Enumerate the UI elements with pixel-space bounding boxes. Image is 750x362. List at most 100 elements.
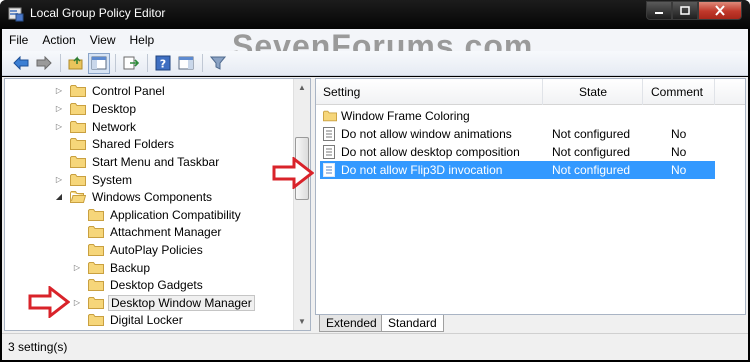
- setting-comment: No: [671, 145, 687, 159]
- tree-item-label: Backup: [110, 260, 151, 275]
- view-tabs: Extended Standard: [315, 315, 746, 333]
- toolbar-separator: [202, 54, 203, 72]
- folder-icon: [88, 296, 104, 309]
- tree-item-autoplay-policies[interactable]: AutoPlay Policies: [72, 241, 205, 258]
- setting-state: Not configured: [552, 163, 631, 177]
- toolbar-separator: [115, 54, 116, 72]
- tree-item-windows-components[interactable]: ◢ Windows Components: [54, 188, 214, 205]
- window-title: Local Group Policy Editor: [30, 6, 166, 20]
- column-divider[interactable]: [642, 79, 643, 105]
- tab-standard[interactable]: Standard: [381, 315, 444, 332]
- tree-item-control-panel[interactable]: ▷ Control Panel: [54, 82, 167, 99]
- annotation-arrow-icon: [272, 157, 314, 189]
- tree-item-shared-folders[interactable]: Shared Folders: [54, 135, 176, 152]
- menu-file[interactable]: File: [2, 33, 35, 47]
- open-folder-icon: [70, 190, 87, 203]
- setting-name: Window Frame Coloring: [341, 109, 470, 123]
- list-header: Setting State Comment: [316, 79, 745, 105]
- scroll-up-arrow-icon[interactable]: ▲: [294, 79, 310, 96]
- show-hide-console-tree-button[interactable]: [88, 52, 110, 74]
- back-button[interactable]: [10, 53, 32, 74]
- setting-name: Do not allow window animations: [341, 127, 512, 141]
- column-header-state[interactable]: State: [579, 79, 607, 105]
- tree-item-desktop-gadgets[interactable]: Desktop Gadgets: [72, 276, 205, 293]
- policy-setting-icon: [323, 127, 336, 141]
- tree-item-label: System: [92, 172, 133, 187]
- client-area: ▷ Control Panel ▷ Desktop ▷ Network Shar…: [2, 77, 748, 333]
- tree-item-label: Network: [92, 119, 137, 134]
- export-list-button[interactable]: [120, 53, 142, 74]
- status-bar: 3 setting(s): [2, 333, 748, 360]
- setting-comment: No: [671, 127, 687, 141]
- folder-icon: [70, 155, 86, 168]
- policy-setting-icon: [323, 163, 336, 177]
- tree-item-system[interactable]: ▷ System: [54, 171, 134, 188]
- tree-item-start-menu-and-taskbar[interactable]: Start Menu and Taskbar: [54, 153, 221, 170]
- close-button[interactable]: [698, 1, 742, 20]
- expand-arrow-icon[interactable]: ▷: [72, 298, 82, 307]
- setting-state: Not configured: [552, 127, 631, 141]
- tree-item-label: AutoPlay Policies: [110, 242, 203, 257]
- tree-item-label: Desktop: [92, 101, 137, 116]
- tree-item-backup[interactable]: ▷ Backup: [72, 259, 152, 276]
- tree-item-digital-locker[interactable]: Digital Locker: [72, 311, 185, 328]
- tree-item-label: Application Compatibility: [110, 207, 241, 222]
- folder-icon: [88, 278, 104, 291]
- tree-item-label: Digital Locker: [110, 312, 183, 327]
- column-header-setting[interactable]: Setting: [323, 79, 360, 105]
- column-divider[interactable]: [542, 79, 543, 105]
- list-item[interactable]: Window Frame Coloring: [320, 107, 715, 125]
- column-divider[interactable]: [714, 79, 715, 105]
- help-button[interactable]: ?: [152, 53, 174, 74]
- folder-icon: [70, 84, 86, 97]
- tree-item-label: Start Menu and Taskbar: [92, 154, 220, 169]
- group-policy-app-icon: [8, 6, 24, 22]
- folder-icon: [88, 243, 104, 256]
- tree-item-application-compatibility[interactable]: Application Compatibility: [72, 206, 243, 223]
- annotation-arrow-icon: [28, 286, 70, 318]
- show-action-pane-button[interactable]: [175, 53, 197, 74]
- list-item[interactable]: Do not allow window animations Not confi…: [320, 125, 715, 143]
- tree-item-desktop-window-manager[interactable]: ▷ Desktop Window Manager: [72, 294, 255, 311]
- tree-item-label: Control Panel: [92, 83, 165, 98]
- tree-item-desktop[interactable]: ▷ Desktop: [54, 100, 138, 117]
- list-item-selected[interactable]: Do not allow Flip3D invocation Not confi…: [320, 161, 715, 179]
- tree-item-network[interactable]: ▷ Network: [54, 118, 138, 135]
- folder-icon: [70, 102, 86, 115]
- forward-button[interactable]: [33, 53, 55, 74]
- tree-item-label: Attachment Manager: [110, 224, 222, 239]
- menu-help[interactable]: Help: [123, 33, 162, 47]
- menu-action[interactable]: Action: [35, 33, 82, 47]
- expand-arrow-icon[interactable]: ▷: [54, 175, 64, 184]
- folder-icon: [323, 109, 337, 123]
- filter-icon[interactable]: [207, 53, 229, 74]
- tree-item-label: Shared Folders: [92, 136, 175, 151]
- folder-icon: [88, 261, 104, 274]
- list-item[interactable]: Do not allow desktop composition Not con…: [320, 143, 715, 161]
- expand-arrow-icon[interactable]: ▷: [72, 263, 82, 272]
- setting-name: Do not allow desktop composition: [341, 145, 520, 159]
- expand-arrow-icon[interactable]: ▷: [54, 86, 64, 95]
- menu-view[interactable]: View: [83, 33, 123, 47]
- tree-item-attachment-manager[interactable]: Attachment Manager: [72, 223, 223, 240]
- svg-text:?: ?: [160, 58, 166, 71]
- up-one-level-button[interactable]: [65, 53, 87, 74]
- tree-vertical-scrollbar[interactable]: ▲ ▼: [293, 79, 310, 330]
- settings-list: Setting State Comment Window Frame Color…: [315, 78, 746, 315]
- minimize-button[interactable]: [646, 1, 672, 20]
- collapse-arrow-icon[interactable]: ◢: [54, 192, 64, 201]
- status-text: 3 setting(s): [8, 340, 68, 354]
- column-header-comment[interactable]: Comment: [651, 79, 703, 105]
- expand-arrow-icon[interactable]: ▷: [54, 122, 64, 131]
- title-bar: Local Group Policy Editor: [0, 0, 750, 29]
- folder-icon: [88, 208, 104, 221]
- maximize-button[interactable]: [672, 1, 698, 20]
- scroll-down-arrow-icon[interactable]: ▼: [294, 313, 310, 330]
- expand-arrow-icon[interactable]: ▷: [54, 104, 64, 113]
- tree-item-label: Windows Components: [92, 189, 213, 204]
- tab-extended[interactable]: Extended: [319, 315, 384, 332]
- setting-comment: No: [671, 163, 687, 177]
- folder-icon: [88, 225, 104, 238]
- folder-icon: [70, 137, 86, 150]
- app-window: Local Group Policy Editor File Action Vi…: [0, 0, 750, 362]
